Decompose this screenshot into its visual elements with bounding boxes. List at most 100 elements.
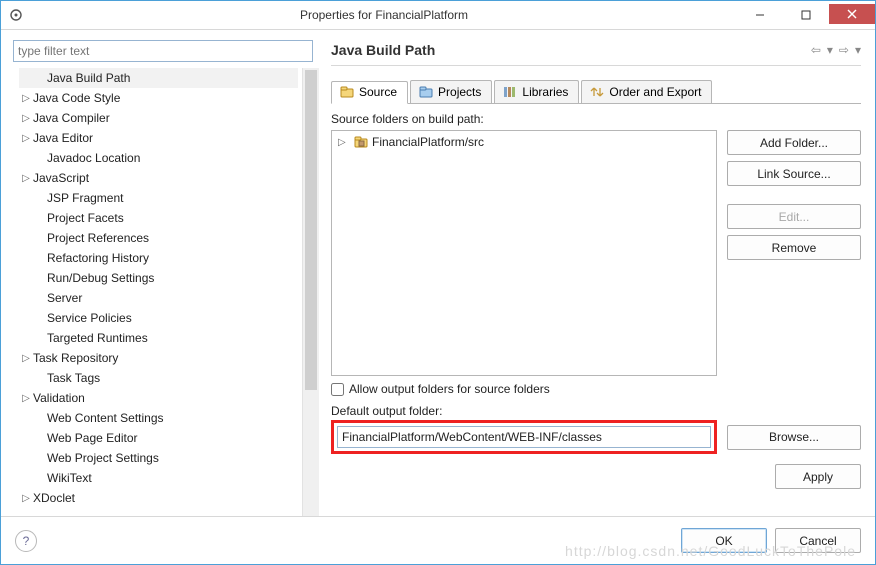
default-output-label: Default output folder: xyxy=(331,404,861,418)
expand-icon[interactable]: ▷ xyxy=(338,137,350,148)
maximize-button[interactable] xyxy=(783,5,829,25)
libraries-icon xyxy=(503,85,517,99)
tree-item[interactable]: Web Content Settings xyxy=(19,408,298,428)
tab-label: Libraries xyxy=(522,85,568,99)
titlebar: Properties for FinancialPlatform xyxy=(1,1,875,30)
window-title: Properties for FinancialPlatform xyxy=(31,8,737,22)
expand-icon[interactable]: ▷ xyxy=(19,353,33,364)
help-button[interactable]: ? xyxy=(15,530,37,552)
tree-item[interactable]: Task Tags xyxy=(19,368,298,388)
default-output-highlight xyxy=(331,420,717,454)
browse-button[interactable]: Browse... xyxy=(727,425,861,450)
tree-item[interactable]: ▷JavaScript xyxy=(19,168,298,188)
tab-order-export[interactable]: Order and Export xyxy=(581,80,712,103)
default-output-input[interactable] xyxy=(337,426,711,448)
apply-button[interactable]: Apply xyxy=(775,464,861,489)
tree-item[interactable]: JSP Fragment xyxy=(19,188,298,208)
projects-icon xyxy=(419,85,433,99)
link-source-button[interactable]: Link Source... xyxy=(727,161,861,186)
tree-item-label: WikiText xyxy=(47,471,92,485)
tab-label: Order and Export xyxy=(609,85,701,99)
forward-menu-icon[interactable]: ▾ xyxy=(855,43,861,57)
expand-icon[interactable]: ▷ xyxy=(19,113,33,124)
tree-item[interactable]: ▷Java Editor xyxy=(19,128,298,148)
source-folders-label: Source folders on build path: xyxy=(331,112,861,126)
tree-item-label: Web Project Settings xyxy=(47,451,159,465)
tree-item-label: Project Facets xyxy=(47,211,124,225)
scrollbar-thumb[interactable] xyxy=(305,70,317,390)
category-tree[interactable]: Java Build Path▷Java Code Style▷Java Com… xyxy=(13,68,298,516)
source-folder-item[interactable]: ▷ FinancialPlatform/src xyxy=(338,135,710,149)
tree-item[interactable]: Server xyxy=(19,288,298,308)
allow-output-label: Allow output folders for source folders xyxy=(349,382,550,396)
tree-item-label: Java Build Path xyxy=(47,71,130,85)
minimize-button[interactable] xyxy=(737,5,783,25)
tree-item-label: Java Code Style xyxy=(33,91,120,105)
ok-button[interactable]: OK xyxy=(681,528,767,553)
tree-item-label: Refactoring History xyxy=(47,251,149,265)
expand-icon[interactable]: ▷ xyxy=(19,493,33,504)
edit-button: Edit... xyxy=(727,204,861,229)
tree-item[interactable]: Run/Debug Settings xyxy=(19,268,298,288)
app-icon xyxy=(1,7,31,23)
tree-item-label: Web Page Editor xyxy=(47,431,138,445)
scrollbar[interactable] xyxy=(302,68,319,516)
footer: ? OK Cancel xyxy=(1,516,875,564)
order-export-icon xyxy=(590,85,604,99)
page-title: Java Build Path xyxy=(331,42,811,58)
tab-label: Source xyxy=(359,85,397,99)
back-icon[interactable]: ⇦ xyxy=(811,43,821,57)
expand-icon[interactable]: ▷ xyxy=(19,393,33,404)
left-pane: Java Build Path▷Java Code Style▷Java Com… xyxy=(1,30,319,516)
tree-item-label: Service Policies xyxy=(47,311,132,325)
tree-item-label: Javadoc Location xyxy=(47,151,140,165)
tree-item[interactable]: Refactoring History xyxy=(19,248,298,268)
tree-item[interactable]: Web Page Editor xyxy=(19,428,298,448)
tab-projects[interactable]: Projects xyxy=(410,80,492,103)
tree-item[interactable]: Project Facets xyxy=(19,208,298,228)
tree-item[interactable]: Web Project Settings xyxy=(19,448,298,468)
expand-icon[interactable]: ▷ xyxy=(19,133,33,144)
forward-icon[interactable]: ⇨ xyxy=(839,43,849,57)
tree-item[interactable]: Javadoc Location xyxy=(19,148,298,168)
tree-item[interactable]: Targeted Runtimes xyxy=(19,328,298,348)
cancel-button[interactable]: Cancel xyxy=(775,528,861,553)
tree-item[interactable]: Project References xyxy=(19,228,298,248)
tree-item[interactable]: Service Policies xyxy=(19,308,298,328)
expand-icon[interactable]: ▷ xyxy=(19,173,33,184)
allow-output-checkbox[interactable] xyxy=(331,383,344,396)
tree-item[interactable]: Java Build Path xyxy=(19,68,298,88)
tree-item[interactable]: ▷Java Compiler xyxy=(19,108,298,128)
allow-output-row[interactable]: Allow output folders for source folders xyxy=(331,382,861,396)
tree-item-label: Run/Debug Settings xyxy=(47,271,154,285)
expand-icon[interactable]: ▷ xyxy=(19,93,33,104)
tree-item-label: Java Compiler xyxy=(33,111,110,125)
tree-item[interactable]: ▷Validation xyxy=(19,388,298,408)
tree-item-label: Web Content Settings xyxy=(47,411,164,425)
tree-item[interactable]: WikiText xyxy=(19,468,298,488)
tree-item-label: Project References xyxy=(47,231,149,245)
right-pane: Java Build Path ⇦▾ ⇨▾ Source Projects L xyxy=(325,30,875,516)
tree-item-label: Java Editor xyxy=(33,131,93,145)
tree-item-label: JSP Fragment xyxy=(47,191,123,205)
tree-item[interactable]: ▷Task Repository xyxy=(19,348,298,368)
package-icon xyxy=(354,136,368,148)
tree-item[interactable]: ▷Java Code Style xyxy=(19,88,298,108)
tree-item-label: Server xyxy=(47,291,82,305)
tree-item[interactable]: ▷XDoclet xyxy=(19,488,298,508)
tree-item-label: Targeted Runtimes xyxy=(47,331,148,345)
add-folder-button[interactable]: Add Folder... xyxy=(727,130,861,155)
tree-item-label: Validation xyxy=(33,391,85,405)
tab-source[interactable]: Source xyxy=(331,81,408,104)
tab-libraries[interactable]: Libraries xyxy=(494,80,579,103)
filter-input[interactable] xyxy=(13,40,313,62)
source-icon xyxy=(340,85,354,99)
source-folder-label: FinancialPlatform/src xyxy=(372,135,484,149)
close-button[interactable] xyxy=(829,4,875,24)
remove-button[interactable]: Remove xyxy=(727,235,861,260)
source-tree[interactable]: ▷ FinancialPlatform/src xyxy=(331,130,717,376)
tree-item-label: Task Tags xyxy=(47,371,100,385)
tree-item-label: JavaScript xyxy=(33,171,89,185)
tree-item-label: XDoclet xyxy=(33,491,75,505)
back-menu-icon[interactable]: ▾ xyxy=(827,43,833,57)
